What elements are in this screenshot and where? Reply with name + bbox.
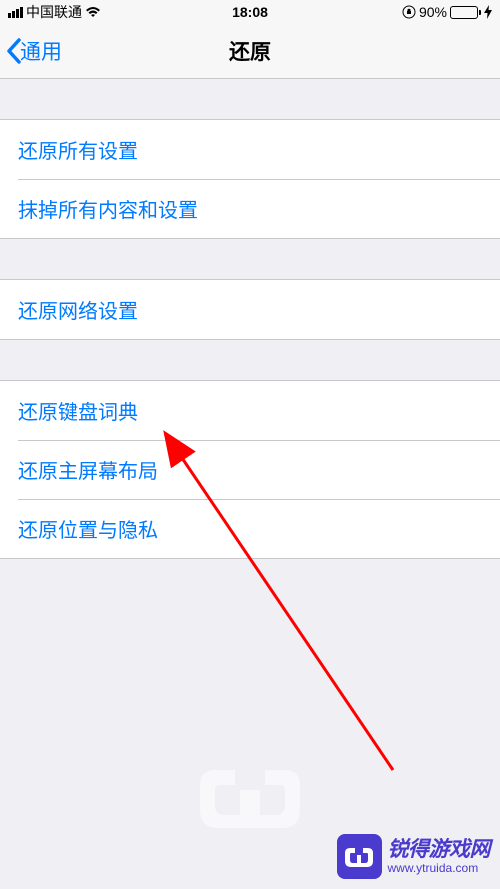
row-label: 还原键盘词典 xyxy=(18,396,138,425)
reset-all-settings-row[interactable]: 还原所有设置 xyxy=(0,120,500,179)
reset-network-row[interactable]: 还原网络设置 xyxy=(0,280,500,339)
reset-home-layout-row[interactable]: 还原主屏幕布局 xyxy=(0,440,500,499)
settings-group: 还原所有设置 抹掉所有内容和设置 xyxy=(0,119,500,239)
reset-location-privacy-row[interactable]: 还原位置与隐私 xyxy=(0,499,500,558)
reset-keyboard-row[interactable]: 还原键盘词典 xyxy=(0,381,500,440)
row-label: 还原所有设置 xyxy=(18,135,138,164)
watermark-text: 锐得游戏网 www.ytruida.com xyxy=(388,838,491,876)
charging-icon xyxy=(484,5,492,19)
carrier-label: 中国联通 xyxy=(26,2,82,22)
battery-icon xyxy=(450,6,481,19)
status-left: 中国联通 xyxy=(8,2,101,22)
settings-group: 还原网络设置 xyxy=(0,279,500,340)
watermark-url: www.ytruida.com xyxy=(388,862,491,876)
nav-bar: 通用 还原 xyxy=(0,24,500,79)
row-label: 还原主屏幕布局 xyxy=(18,455,158,484)
row-label: 还原网络设置 xyxy=(18,295,138,324)
watermark-logo: 锐得游戏网 www.ytruida.com xyxy=(337,834,491,879)
status-bar: 中国联通 18:08 90% xyxy=(0,0,500,24)
erase-all-content-row[interactable]: 抹掉所有内容和设置 xyxy=(0,179,500,238)
watermark-title: 锐得游戏网 xyxy=(388,838,491,862)
wifi-icon xyxy=(85,6,101,18)
back-label: 通用 xyxy=(20,36,62,66)
row-label: 还原位置与隐私 xyxy=(18,514,158,543)
battery-percent: 90% xyxy=(419,4,447,20)
status-time: 18:08 xyxy=(232,4,268,20)
status-right: 90% xyxy=(402,4,492,20)
signal-icon xyxy=(8,7,23,18)
orientation-lock-icon xyxy=(402,5,416,19)
content: 还原所有设置 抹掉所有内容和设置 还原网络设置 还原键盘词典 还原主屏幕布局 还… xyxy=(0,119,500,559)
settings-group: 还原键盘词典 还原主屏幕布局 还原位置与隐私 xyxy=(0,380,500,559)
row-label: 抹掉所有内容和设置 xyxy=(18,194,198,223)
page-title: 还原 xyxy=(229,36,271,66)
watermark-bg-icon xyxy=(190,760,310,844)
back-button[interactable]: 通用 xyxy=(0,36,68,66)
watermark-icon xyxy=(337,834,382,879)
